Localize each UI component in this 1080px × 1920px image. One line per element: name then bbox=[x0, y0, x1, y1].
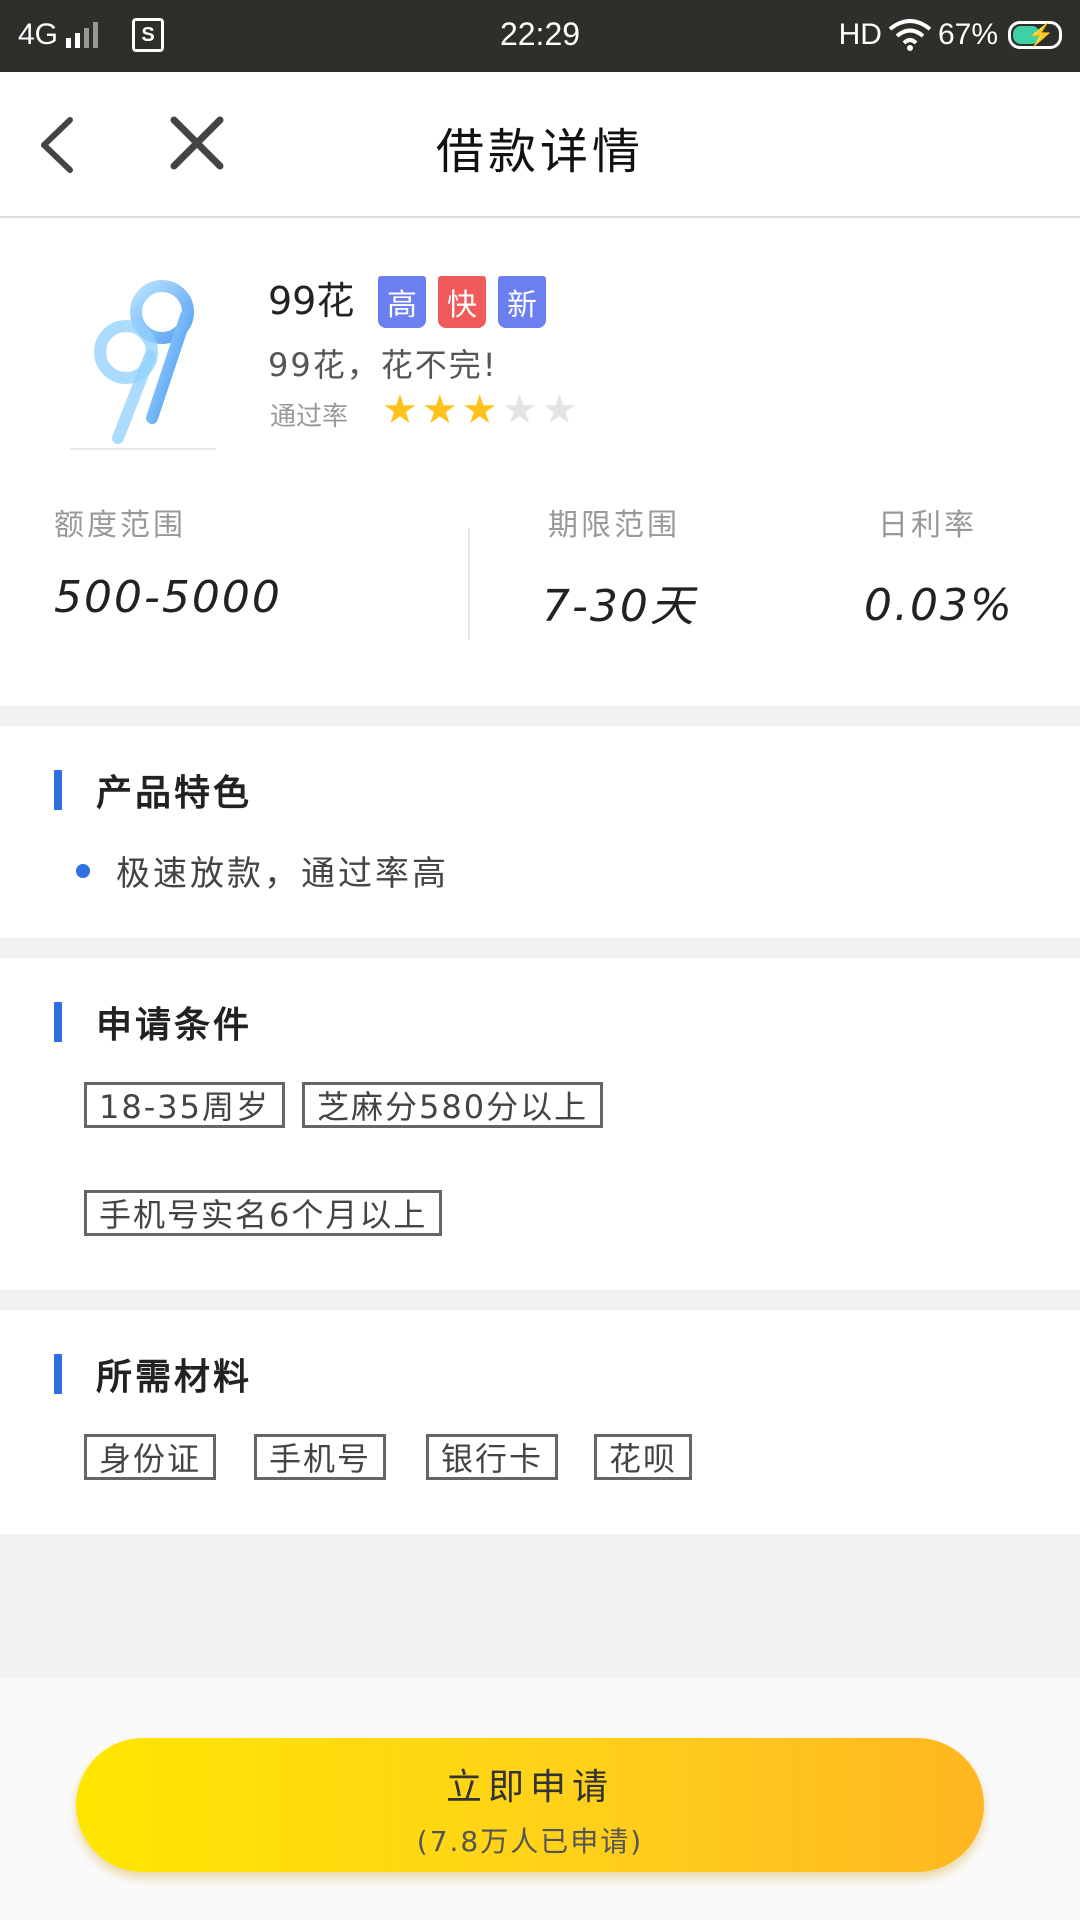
bottom-bar: 立即申请 (7.8万人已申请) bbox=[0, 1678, 1080, 1920]
star-icon: ★ bbox=[421, 387, 458, 433]
features-header: 产品特色 bbox=[54, 764, 252, 816]
stat-value-term: 7-30天 bbox=[542, 581, 696, 632]
condition-tag-age: 18-35周岁 bbox=[84, 1082, 285, 1128]
stat-value-amount: 500-5000 bbox=[54, 572, 282, 623]
stat-label-rate: 日利率 bbox=[878, 508, 977, 543]
apply-count: (7.8万人已申请) bbox=[416, 1825, 644, 1858]
conditions-section: 申请条件 18-35周岁 芝麻分580分以上 手机号实名6个月以上 bbox=[0, 958, 1080, 1290]
badge-fast: 快 bbox=[438, 276, 486, 328]
materials-title: 所需材料 bbox=[96, 1357, 253, 1398]
badge-new: 新 bbox=[498, 276, 546, 328]
page-title: 借款详情 bbox=[435, 124, 644, 180]
apply-label: 立即申请 bbox=[445, 1767, 614, 1808]
product-slogan: 99花，花不完! bbox=[268, 346, 498, 384]
pass-rate-label: 通过率 bbox=[270, 402, 349, 432]
stat-divider bbox=[468, 528, 470, 640]
condition-tag-phone: 手机号实名6个月以上 bbox=[84, 1190, 443, 1236]
product-badges: 高 快 新 bbox=[378, 276, 546, 328]
pass-rate-stars: ★ ★ ★ ★ ★ bbox=[382, 386, 577, 434]
material-tag-huabei: 花呗 bbox=[594, 1434, 693, 1480]
bullet-icon bbox=[76, 863, 90, 878]
status-right: HD 67% ⚡ bbox=[839, 18, 1062, 52]
conditions-header: 申请条件 bbox=[54, 996, 252, 1048]
product-logo bbox=[70, 280, 216, 450]
star-icon: ★ bbox=[461, 387, 498, 433]
nav-bar: 借款详情 bbox=[0, 72, 1080, 218]
stat-value-rate: 0.03% bbox=[864, 580, 1014, 631]
material-tag-phone: 手机号 bbox=[254, 1434, 387, 1480]
material-tag-bank: 银行卡 bbox=[426, 1434, 559, 1480]
apply-button[interactable]: 立即申请 (7.8万人已申请) bbox=[76, 1738, 984, 1872]
section-accent-bar bbox=[54, 770, 62, 810]
stat-label-amount: 额度范围 bbox=[54, 508, 186, 543]
star-icon: ★ bbox=[541, 387, 578, 433]
materials-section: 所需材料 身份证 手机号 银行卡 花呗 bbox=[0, 1310, 1080, 1534]
condition-tag-sesame: 芝麻分580分以上 bbox=[302, 1082, 604, 1128]
feature-text: 极速放款，通过率高 bbox=[116, 854, 449, 894]
material-tag-id: 身份证 bbox=[84, 1434, 217, 1480]
features-section: 产品特色 极速放款，通过率高 bbox=[0, 726, 1080, 938]
star-icon: ★ bbox=[382, 387, 418, 433]
wifi-icon bbox=[888, 19, 932, 51]
star-icon: ★ bbox=[501, 387, 538, 433]
status-bar: 4G S 22:29 HD 67% ⚡ bbox=[0, 0, 1080, 72]
materials-header: 所需材料 bbox=[54, 1348, 252, 1400]
product-name: 99花 bbox=[268, 279, 355, 323]
battery-percent: 67% bbox=[937, 18, 998, 51]
stat-label-term: 期限范围 bbox=[548, 508, 680, 543]
product-card: 99花 高 快 新 99花，花不完! 通过率 ★ ★ ★ ★ ★ 额度范围 500-50… bbox=[0, 218, 1080, 706]
features-title: 产品特色 bbox=[96, 773, 253, 814]
section-accent-bar bbox=[54, 1354, 62, 1394]
section-accent-bar bbox=[54, 1002, 62, 1042]
battery-icon: ⚡ bbox=[1008, 21, 1062, 49]
hd-indicator: HD bbox=[838, 18, 882, 51]
conditions-title: 申请条件 bbox=[96, 1005, 253, 1046]
badge-high: 高 bbox=[378, 276, 426, 328]
feature-item: 极速放款，通过率高 bbox=[76, 846, 449, 895]
